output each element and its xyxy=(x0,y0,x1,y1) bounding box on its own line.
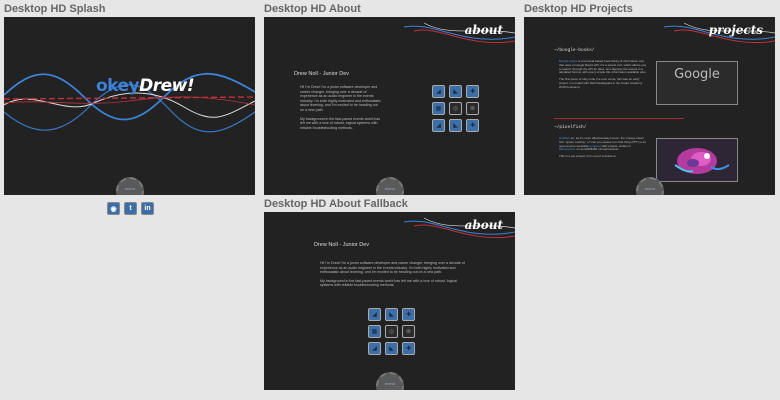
artboard-about-fallback[interactable]: about Drew Noll - Junior Dev Hi! I'm Dre… xyxy=(264,212,515,390)
social-links: ◉ t in xyxy=(107,202,154,215)
about-heading: Drew Noll - Junior Dev xyxy=(294,71,350,77)
pixelfish-image xyxy=(657,139,737,181)
skill-icon[interactable]: ✚ xyxy=(402,308,415,321)
micropython-link[interactable]: Micropython xyxy=(559,147,575,151)
section-divider xyxy=(554,118,684,119)
project-2-text: pixelfish (or, as it's more affectionate… xyxy=(559,136,647,162)
artboard-about[interactable]: about Drew Noll - Junior Dev Hi! I'm Dre… xyxy=(264,17,515,195)
menu-tab[interactable]: menu xyxy=(375,372,405,390)
skill-icon[interactable]: ◢ xyxy=(368,342,381,355)
project-1-heading: ~/boogle-books/ xyxy=(554,48,595,53)
skill-icon[interactable]: ✚ xyxy=(402,342,415,355)
about-heading: Drew Noll - Junior Dev xyxy=(314,242,370,248)
skill-icon[interactable]: ✚ xyxy=(466,119,479,132)
section-title: projects xyxy=(708,23,763,37)
skill-icon[interactable]: ◣ xyxy=(449,85,462,98)
skill-icon[interactable]: ◣ xyxy=(449,119,462,132)
project-2-heading: ~/pixelfish/ xyxy=(554,125,587,130)
project-1-text: Boogle books is a terminal based book li… xyxy=(559,59,647,93)
about-para-2: My background in the fast-paced events w… xyxy=(300,116,381,130)
github-icon[interactable]: ◉ xyxy=(107,202,120,215)
skill-icon[interactable]: ⊗ xyxy=(466,102,479,115)
artboard-splash[interactable]: okeyDrew! menu xyxy=(4,17,255,195)
skill-icon[interactable]: ◎ xyxy=(385,325,398,338)
skill-icon[interactable]: ▦ xyxy=(368,325,381,338)
skills-icon-grid: ◢ ◣ ✚ ▦ ◎ ⊗ ◢ ◣ ✚ xyxy=(432,85,479,132)
menu-tab[interactable]: menu xyxy=(115,177,145,195)
about-para-1: Hi! I'm Drew! I'm a junior software deve… xyxy=(320,261,465,275)
about-para-1: Hi! I'm Drew! I'm a junior software deve… xyxy=(300,85,381,112)
skill-icon[interactable]: ⊗ xyxy=(402,325,415,338)
splash-waves xyxy=(4,72,255,133)
skills-icon-grid: ◢ ◣ ✚ ▦ ◎ ⊗ ◢ ◣ ✚ xyxy=(368,308,415,355)
skill-icon[interactable]: ◣ xyxy=(385,308,398,321)
gear-icon: menu xyxy=(376,372,404,390)
skill-icon[interactable]: ◢ xyxy=(432,119,445,132)
linkedin-icon[interactable]: in xyxy=(141,202,154,215)
menu-tab[interactable]: menu xyxy=(375,177,405,195)
menu-label: menu xyxy=(384,380,395,386)
about-text: Hi! I'm Drew! I'm a junior software deve… xyxy=(300,85,382,134)
gear-icon: menu xyxy=(636,177,664,195)
skill-icon[interactable]: ◢ xyxy=(368,308,381,321)
project-1-desc-2: The first piece of ruby code I've ever w… xyxy=(559,77,643,89)
project-2-desc-2: This is a pet project, born out of a des… xyxy=(559,154,616,159)
about-para-2: My background in the fast-paced events w… xyxy=(320,278,458,288)
menu-label: menu xyxy=(644,185,655,191)
skill-icon[interactable]: ◣ xyxy=(385,342,398,355)
section-title: about xyxy=(464,218,503,232)
gear-icon: menu xyxy=(116,177,144,195)
menu-label: menu xyxy=(384,185,395,191)
skill-icon[interactable]: ◎ xyxy=(449,102,462,115)
gear-icon: menu xyxy=(376,177,404,195)
twitter-icon[interactable]: t xyxy=(124,202,137,215)
about-text: Hi! I'm Drew! I'm a junior software deve… xyxy=(320,261,468,292)
skill-icon[interactable]: ✚ xyxy=(466,85,479,98)
project-1-image-text: Google xyxy=(674,67,720,82)
project-2-desc-end: on an ESP8266 microprocessor. xyxy=(576,147,620,152)
logo-name: Drew! xyxy=(139,76,195,96)
project-1-image[interactable]: Google xyxy=(656,61,738,105)
artboard-title-fallback[interactable]: Desktop HD About Fallback xyxy=(264,198,408,210)
project-2-image[interactable] xyxy=(656,138,738,182)
menu-tab[interactable]: menu xyxy=(635,177,665,195)
logo-prefix: okey xyxy=(96,76,140,96)
artboard-projects[interactable]: projects ~/boogle-books/ Boogle books is… xyxy=(524,17,775,195)
artboard-title-splash[interactable]: Desktop HD Splash xyxy=(4,3,105,15)
skill-icon[interactable]: ▦ xyxy=(432,102,445,115)
menu-label: menu xyxy=(124,185,135,191)
skill-icon[interactable]: ◢ xyxy=(432,85,445,98)
section-title: about xyxy=(464,23,503,37)
splash-logo: okeyDrew! xyxy=(96,76,195,96)
artboard-title-about[interactable]: Desktop HD About xyxy=(264,3,361,15)
artboard-title-projects[interactable]: Desktop HD Projects xyxy=(524,3,633,15)
